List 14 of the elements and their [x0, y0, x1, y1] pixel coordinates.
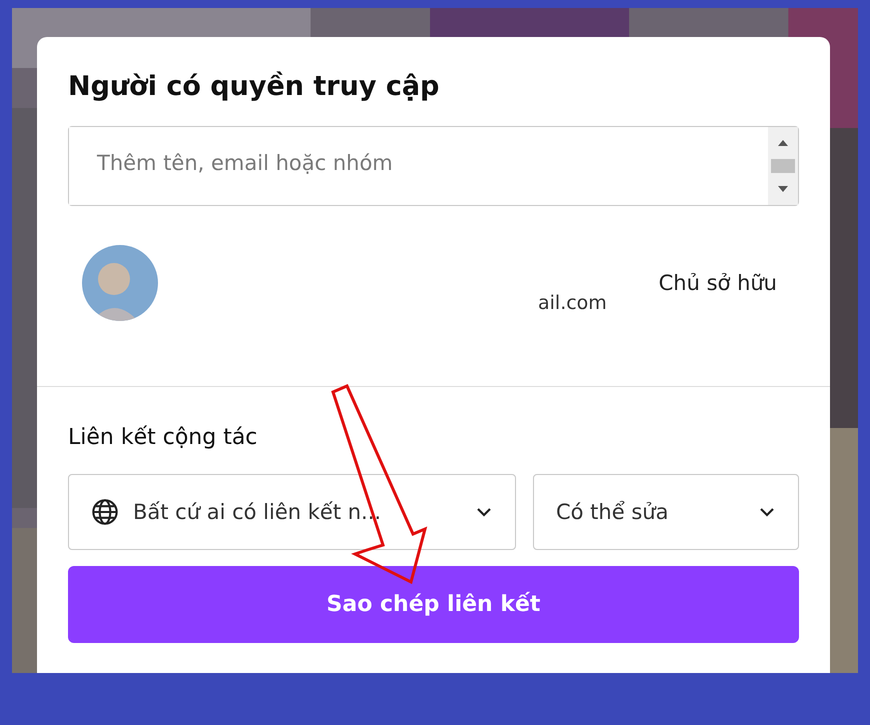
section-title: Liên kết cộng tác — [68, 425, 258, 450]
dialog-title: Người có quyền truy cập — [68, 71, 440, 102]
search-field[interactable]: Thêm tên, email hoặc nhóm — [68, 126, 799, 206]
permission-dropdown[interactable]: Có thể sửa — [533, 474, 799, 550]
scrollbar-thumb[interactable] — [771, 159, 795, 173]
copy-link-button[interactable]: Sao chép liên kết — [68, 566, 799, 643]
scroll-down-icon[interactable] — [777, 185, 789, 193]
member-email: ail.com — [538, 292, 607, 314]
scrollbar[interactable] — [768, 127, 798, 205]
chevron-down-icon — [475, 506, 493, 518]
member-role[interactable]: Chủ sở hữu — [658, 271, 777, 295]
chevron-down-icon — [758, 506, 776, 518]
scroll-up-icon[interactable] — [777, 139, 789, 147]
globe-icon — [91, 498, 119, 526]
